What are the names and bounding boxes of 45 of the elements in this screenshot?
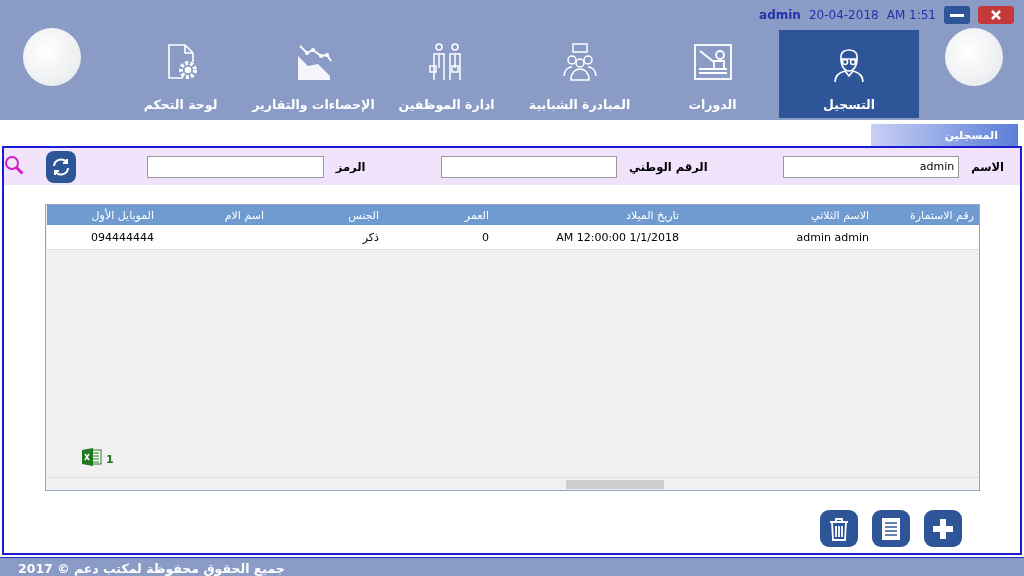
nav-tab[interactable]: لوحة التحكم	[114, 30, 247, 118]
column-header[interactable]: الاسم الثلاثي	[684, 205, 874, 225]
trash-icon	[828, 516, 850, 541]
field-label: الرمز	[335, 159, 366, 174]
minimize-button[interactable]	[944, 6, 970, 24]
nav-tab[interactable]: ادارة الموظفين	[380, 30, 513, 118]
refresh-icon	[51, 156, 72, 177]
refresh-button[interactable]	[46, 150, 77, 183]
nav-tab[interactable]: الإحصاءات والتقارير	[247, 30, 380, 118]
table-cell: 094444444	[91, 230, 154, 244]
section-tab[interactable]: المسجلين	[871, 124, 1018, 146]
close-button[interactable]	[978, 6, 1014, 24]
column-header[interactable]: الجنس	[269, 205, 384, 225]
column-header[interactable]: رقم الاستمارة	[874, 205, 979, 225]
close-icon	[991, 10, 1001, 20]
nav-tab[interactable]: التسجيل	[779, 30, 919, 118]
delete-button[interactable]	[820, 510, 858, 547]
input-field[interactable]	[147, 155, 324, 178]
time-text: AM 1:51	[886, 8, 936, 22]
minimize-icon	[950, 13, 964, 17]
copyright-text: جميع الحقوق محفوظة لمكتب دعم © 2017	[18, 560, 285, 576]
input-field[interactable]	[440, 155, 618, 178]
edit-button[interactable]	[872, 510, 910, 547]
user-name: admin	[759, 8, 801, 22]
row-count: 1	[106, 452, 114, 466]
field-label: الرقم الوطني	[629, 159, 708, 174]
table-cell: 0	[482, 230, 489, 244]
column-header[interactable]: الموبايل الأول	[47, 205, 159, 225]
date-text: 20-04-2018	[808, 8, 879, 22]
horizontal-scrollbar[interactable]	[46, 477, 979, 490]
nav-tab[interactable]: الدورات	[646, 30, 779, 118]
add-button[interactable]	[924, 510, 962, 547]
document-icon	[881, 516, 901, 541]
plus-icon	[931, 516, 955, 541]
logo-circle	[945, 28, 1003, 86]
column-header[interactable]: تاريخ الميلاد	[494, 205, 684, 225]
nav-tab[interactable]: المبادرة الشبابية	[513, 30, 646, 118]
column-header[interactable]: اسم الام	[159, 205, 269, 225]
table-cell: admin admin	[796, 230, 869, 244]
field-label: الاسم	[971, 159, 1004, 174]
column-header[interactable]: العمر	[384, 205, 494, 225]
table-cell: ذكر	[362, 230, 379, 244]
logo-circle	[23, 28, 81, 86]
table-cell: AM 12:00:00 1/1/2018	[556, 230, 679, 244]
input-field[interactable]: admin	[782, 155, 960, 178]
